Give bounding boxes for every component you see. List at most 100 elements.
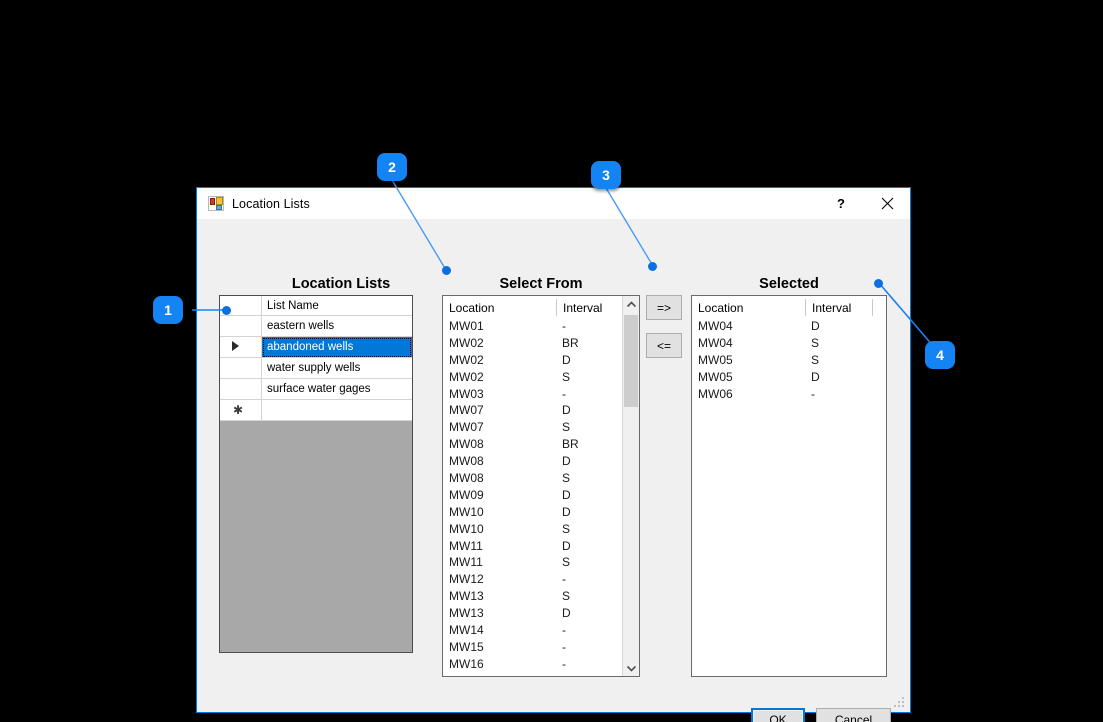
- select-from-row[interactable]: MW11D: [443, 539, 639, 556]
- location-cell: MW17: [443, 674, 556, 676]
- selected-row[interactable]: MW04S: [692, 336, 886, 353]
- ok-button[interactable]: OK: [751, 708, 805, 722]
- help-button[interactable]: ?: [818, 188, 864, 218]
- select-from-row[interactable]: MW02S: [443, 370, 639, 387]
- interval-cell: BR: [556, 336, 579, 353]
- location-list-row[interactable]: water supply wells: [220, 358, 412, 379]
- callout-4: 4: [925, 341, 955, 369]
- selected-row[interactable]: MW04D: [692, 319, 886, 336]
- interval-cell: D: [556, 353, 571, 370]
- location-list-row[interactable]: eastern wells: [220, 316, 412, 337]
- location-cell: MW01: [443, 319, 556, 336]
- location-cell: MW16: [443, 657, 556, 674]
- grid-column-header-list-name[interactable]: List Name: [262, 296, 412, 316]
- select-from-listbox[interactable]: Location Interval MW01-MW02BRMW02DMW02SM…: [442, 295, 640, 677]
- interval-cell: S: [556, 370, 570, 387]
- interval-cell: BR: [556, 437, 579, 454]
- selected-row[interactable]: MW05S: [692, 353, 886, 370]
- select-from-row[interactable]: MW09D: [443, 488, 639, 505]
- select-from-row[interactable]: MW01-: [443, 319, 639, 336]
- cancel-button[interactable]: Cancel: [816, 708, 891, 722]
- location-cell: MW06: [692, 387, 805, 404]
- callout-3: 3: [591, 161, 621, 189]
- location-cell: MW02: [443, 370, 556, 387]
- location-lists-grid[interactable]: List Name eastern wellsabandoned wellswa…: [219, 295, 413, 653]
- location-list-row[interactable]: abandoned wells: [220, 337, 412, 358]
- select-from-row[interactable]: MW16-: [443, 657, 639, 674]
- select-from-row[interactable]: MW13S: [443, 589, 639, 606]
- location-cell: MW03: [443, 387, 556, 404]
- select-from-row[interactable]: MW10S: [443, 522, 639, 539]
- selected-row[interactable]: MW05D: [692, 370, 886, 387]
- interval-cell: -: [556, 623, 566, 640]
- remove-from-selected-button[interactable]: <=: [646, 333, 682, 358]
- location-cell: MW11: [443, 539, 556, 556]
- location-cell: MW07: [443, 420, 556, 437]
- select-from-row[interactable]: MW17: [443, 674, 639, 676]
- selected-header: Location Interval: [692, 296, 886, 319]
- select-from-row[interactable]: MW02BR: [443, 336, 639, 353]
- location-cell: MW13: [443, 606, 556, 623]
- interval-cell: -: [556, 319, 566, 336]
- callout-2: 2: [377, 153, 407, 181]
- add-to-selected-button[interactable]: =>: [646, 295, 682, 320]
- grip-dot: [898, 705, 900, 707]
- interval-cell: S: [556, 420, 570, 437]
- select-from-row[interactable]: MW03-: [443, 387, 639, 404]
- select-from-row[interactable]: MW11S: [443, 555, 639, 572]
- location-lists-heading: Location Lists: [245, 276, 437, 292]
- callout-4-dot: [874, 279, 883, 288]
- interval-cell: -: [556, 640, 566, 657]
- location-list-name-cell[interactable]: surface water gages: [262, 379, 412, 400]
- select-from-row[interactable]: MW08D: [443, 454, 639, 471]
- select-from-row[interactable]: MW12-: [443, 572, 639, 589]
- title-bar[interactable]: Location Lists ?: [197, 188, 910, 219]
- location-cell: MW04: [692, 319, 805, 336]
- interval-cell: -: [805, 387, 815, 404]
- selected-col-interval: Interval: [805, 299, 872, 316]
- location-list-row[interactable]: surface water gages: [220, 379, 412, 400]
- select-from-row[interactable]: MW08BR: [443, 437, 639, 454]
- interval-cell: S: [556, 555, 570, 572]
- select-from-row[interactable]: MW10D: [443, 505, 639, 522]
- location-cell: MW10: [443, 522, 556, 539]
- select-from-row[interactable]: MW14-: [443, 623, 639, 640]
- select-from-row[interactable]: MW07D: [443, 403, 639, 420]
- callout-1: 1: [153, 296, 183, 324]
- row-selector-cell[interactable]: [220, 316, 262, 337]
- location-list-name-cell[interactable]: eastern wells: [262, 316, 412, 337]
- scrollbar-thumb[interactable]: [624, 315, 638, 407]
- location-cell: MW12: [443, 572, 556, 589]
- location-list-name-cell[interactable]: abandoned wells: [262, 337, 412, 358]
- select-from-row[interactable]: MW15-: [443, 640, 639, 657]
- callout-1-dot: [222, 306, 231, 315]
- interval-cell: -: [556, 387, 566, 404]
- select-from-row[interactable]: MW13D: [443, 606, 639, 623]
- close-icon[interactable]: [864, 188, 910, 218]
- interval-cell: S: [805, 353, 819, 370]
- select-from-row[interactable]: MW08S: [443, 471, 639, 488]
- callout-2-dot: [442, 266, 451, 275]
- resize-grip[interactable]: [894, 697, 907, 710]
- location-list-name-cell[interactable]: water supply wells: [262, 358, 412, 379]
- screen: Location Lists ? Location Lists Select F…: [0, 0, 1103, 722]
- location-cell: MW08: [443, 471, 556, 488]
- row-selector-cell[interactable]: ✱: [220, 400, 262, 421]
- interval-cell: D: [556, 539, 571, 556]
- row-selector-cell[interactable]: [220, 379, 262, 400]
- location-cell: MW05: [692, 353, 805, 370]
- location-list-row[interactable]: ✱: [220, 400, 412, 421]
- select-from-row[interactable]: MW07S: [443, 420, 639, 437]
- select-from-row[interactable]: MW02D: [443, 353, 639, 370]
- grip-dot: [894, 705, 896, 707]
- select-from-scrollbar[interactable]: [622, 296, 639, 676]
- selected-listbox[interactable]: Location Interval MW04DMW04SMW05SMW05DMW…: [691, 295, 887, 677]
- location-cell: MW07: [443, 403, 556, 420]
- row-selector-cell[interactable]: [220, 337, 262, 358]
- selected-row[interactable]: MW06-: [692, 387, 886, 404]
- location-list-name-cell[interactable]: [262, 400, 412, 421]
- chevron-up-icon[interactable]: [623, 296, 639, 313]
- row-selector-cell[interactable]: [220, 358, 262, 379]
- grip-dot: [902, 701, 904, 703]
- chevron-down-icon[interactable]: [623, 659, 639, 676]
